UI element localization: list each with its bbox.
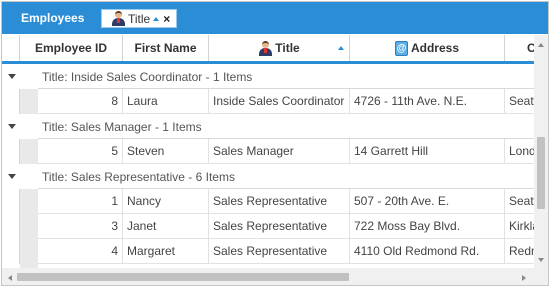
scroll-right-arrow-icon[interactable] xyxy=(522,275,526,281)
cell-first-name: Janet xyxy=(123,214,209,239)
sort-ascending-icon xyxy=(338,46,344,50)
horizontal-scroll-thumb[interactable] xyxy=(17,273,349,281)
row-indicator xyxy=(2,139,20,164)
cell-title: Sales Representative xyxy=(209,214,350,239)
employees-grid: Employees Title × Employee ID First Name… xyxy=(1,1,549,286)
sort-ascending-icon[interactable] xyxy=(153,16,160,21)
group-panel: Employees Title × xyxy=(2,2,548,34)
collapse-arrow-icon[interactable] xyxy=(8,124,16,129)
scroll-left-arrow-icon[interactable] xyxy=(8,275,12,281)
column-header-employee-id[interactable]: Employee ID xyxy=(20,35,123,61)
group-row-label: Title: Sales Representative - 6 Items xyxy=(42,170,235,184)
cell-title: Sales Representative xyxy=(209,239,350,264)
cell-first-name: Laura xyxy=(123,89,209,114)
cell-employee-id: 3 xyxy=(38,214,123,239)
cell-title: Sales Manager xyxy=(209,139,350,164)
person-icon xyxy=(111,11,125,26)
column-header-title[interactable]: Title xyxy=(209,35,350,61)
header-indent-cell xyxy=(2,35,20,61)
column-header-label: Address xyxy=(410,41,460,55)
table-row[interactable]: 4 Margaret Sales Representative 4110 Old… xyxy=(2,239,534,264)
group-row-sales-manager[interactable]: Title: Sales Manager - 1 Items xyxy=(2,114,534,139)
cell-city: Seattle xyxy=(505,89,534,114)
cell-city: London xyxy=(505,139,534,164)
cell-address: 14 Garrett Hill xyxy=(350,139,505,164)
horizontal-scrollbar[interactable] xyxy=(2,268,534,285)
table-row[interactable]: 8 Laura Inside Sales Coordinator 4726 - … xyxy=(2,89,534,114)
cell-first-name: Steven xyxy=(123,139,209,164)
table-row[interactable]: 3 Janet Sales Representative 722 Moss Ba… xyxy=(2,214,534,239)
group-chip-label: Title xyxy=(128,11,151,26)
cell-city: Redmond xyxy=(505,239,534,264)
cell-employee-id: 8 xyxy=(38,89,123,114)
scroll-up-arrow-icon[interactable] xyxy=(538,43,544,47)
group-row-label: Title: Sales Manager - 1 Items xyxy=(42,120,202,134)
vertical-scroll-thumb[interactable] xyxy=(537,137,545,209)
grid-body: Title: Inside Sales Coordinator - 1 Item… xyxy=(2,64,534,269)
cell-address: 4110 Old Redmond Rd. xyxy=(350,239,505,264)
row-indicator xyxy=(2,214,20,239)
column-header-label: Title xyxy=(275,41,300,55)
cell-city: Seattle xyxy=(505,189,534,214)
table-row[interactable]: 1 Nancy Sales Representative 507 - 20th … xyxy=(2,189,534,214)
group-row-sales-representative[interactable]: Title: Sales Representative - 6 Items xyxy=(2,164,534,189)
cell-first-name: Margaret xyxy=(123,239,209,264)
grid-title: Employees xyxy=(21,11,85,25)
group-row-label: Title: Inside Sales Coordinator - 1 Item… xyxy=(42,70,253,84)
close-icon[interactable]: × xyxy=(163,13,170,25)
column-header-label: Employee ID xyxy=(34,41,108,55)
row-indicator xyxy=(2,239,20,264)
column-header-label: First Name xyxy=(134,41,197,55)
address-icon: @ xyxy=(394,40,408,56)
column-header-row: Employee ID First Name Title @ Address C xyxy=(2,35,548,64)
cell-address: 722 Moss Bay Blvd. xyxy=(350,214,505,239)
row-indicator xyxy=(2,189,20,214)
scrollbar-corner xyxy=(534,268,548,285)
cell-employee-id: 4 xyxy=(38,239,123,264)
scroll-down-arrow-icon[interactable] xyxy=(538,258,544,262)
cell-address: 507 - 20th Ave. E. xyxy=(350,189,505,214)
table-row[interactable]: 5 Steven Sales Manager 14 Garrett Hill L… xyxy=(2,139,534,164)
group-chip-title[interactable]: Title × xyxy=(101,9,177,28)
person-icon xyxy=(258,40,273,56)
vertical-scrollbar[interactable] xyxy=(534,35,548,268)
column-header-address[interactable]: @ Address xyxy=(350,35,505,61)
cell-address: 4726 - 11th Ave. N.E. xyxy=(350,89,505,114)
cell-title: Inside Sales Coordinator xyxy=(209,89,350,114)
cell-employee-id: 1 xyxy=(38,189,123,214)
collapse-arrow-icon[interactable] xyxy=(8,74,16,79)
group-row-inside-sales-coordinator[interactable]: Title: Inside Sales Coordinator - 1 Item… xyxy=(2,64,534,89)
collapse-arrow-icon[interactable] xyxy=(8,174,16,179)
row-indicator xyxy=(2,89,20,114)
cell-city: Kirkland xyxy=(505,214,534,239)
cell-first-name: Nancy xyxy=(123,189,209,214)
cell-title: Sales Representative xyxy=(209,189,350,214)
column-header-first-name[interactable]: First Name xyxy=(123,35,209,61)
cell-employee-id: 5 xyxy=(38,139,123,164)
